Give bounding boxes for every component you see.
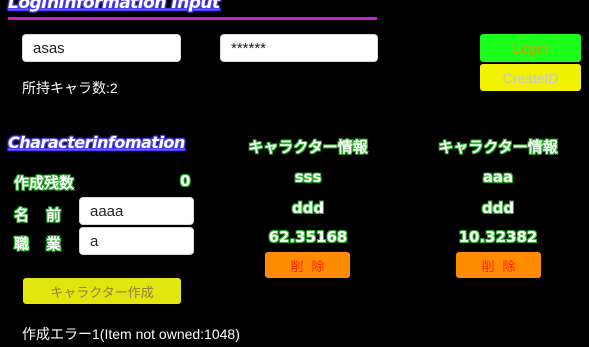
remaining-count-value: 0 bbox=[180, 172, 191, 190]
username-input[interactable] bbox=[22, 34, 181, 62]
login-button[interactable]: Login bbox=[480, 34, 581, 62]
character-value: 62.35168 bbox=[268, 228, 348, 246]
owned-characters-count: 所持キャラ数:2 bbox=[22, 80, 118, 96]
create-character-button[interactable]: キャラクター作成 bbox=[23, 278, 181, 304]
login-section-heading: LogInInformation Input bbox=[8, 0, 220, 13]
name-label: 名 前 bbox=[14, 206, 63, 224]
remaining-count-label: 作成残数 bbox=[14, 174, 75, 192]
character-value: 10.32382 bbox=[458, 228, 538, 246]
character-name-input[interactable] bbox=[79, 197, 194, 225]
create-id-button[interactable]: CreateID bbox=[480, 64, 581, 91]
character-name: sss bbox=[294, 168, 322, 186]
character-card-title: キャラクター情報 bbox=[248, 138, 368, 156]
error-message: 作成エラー1(Item not owned:1048) bbox=[22, 326, 240, 342]
character-job: ddd bbox=[291, 199, 325, 217]
job-label: 職 業 bbox=[14, 235, 63, 253]
delete-character-button[interactable]: 削除 bbox=[265, 252, 350, 278]
character-card-title: キャラクター情報 bbox=[438, 138, 558, 156]
character-job-input[interactable] bbox=[79, 227, 194, 255]
character-section-heading: Characterinfomation bbox=[8, 133, 185, 152]
heading-divider bbox=[8, 17, 377, 20]
character-job: ddd bbox=[481, 199, 515, 217]
character-name: aaa bbox=[482, 168, 514, 186]
password-input[interactable] bbox=[220, 34, 378, 62]
delete-character-button[interactable]: 削除 bbox=[456, 252, 541, 278]
